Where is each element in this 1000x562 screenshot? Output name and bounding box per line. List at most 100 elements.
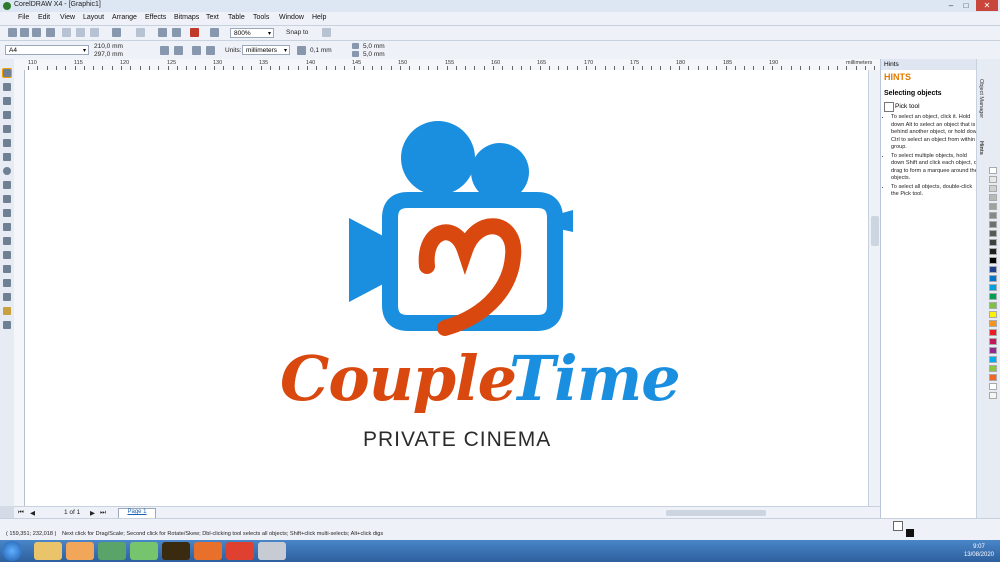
media-player-taskbar-icon[interactable] [66,542,94,560]
units-combo[interactable]: millimeters ▾ [242,45,290,55]
cut-icon[interactable] [62,28,71,37]
menu-window[interactable]: Window [279,14,304,21]
polygon-tool-icon[interactable] [3,181,11,189]
outline-tool-icon[interactable] [3,293,11,301]
color-swatch[interactable] [989,194,997,201]
corel-doc-taskbar-icon[interactable] [130,542,158,560]
minimize-button[interactable]: – [944,0,958,11]
shape-tool-icon[interactable] [3,83,11,91]
import-icon[interactable] [158,28,167,37]
app-launcher-icon[interactable] [190,28,199,37]
portrait-icon[interactable] [160,46,169,55]
current-page-icon[interactable] [206,46,215,55]
first-page-button[interactable]: ⏮ [18,509,24,517]
illustrator-taskbar-icon[interactable] [162,542,190,560]
color-swatch[interactable] [989,185,997,192]
menu-arrange[interactable]: Arrange [112,14,137,21]
fill-indicator-icon[interactable] [893,521,903,531]
scroll-thumb[interactable] [871,216,879,246]
menu-text[interactable]: Text [206,14,219,21]
paper-height-field[interactable]: 297,0 mm [94,51,123,58]
color-swatch[interactable] [989,338,997,345]
menu-effects[interactable]: Effects [145,14,166,21]
color-swatch[interactable] [989,383,997,390]
firefox-taskbar-icon[interactable] [194,542,222,560]
system-clock[interactable]: 9:07 13/08/2020 [964,543,994,559]
open-icon[interactable] [20,28,29,37]
menu-edit[interactable]: Edit [38,14,50,21]
eyedropper-tool-icon[interactable] [3,279,11,287]
paper-width-field[interactable]: 210,0 mm [94,43,123,50]
options-icon[interactable] [322,28,331,37]
dimension-tool-icon[interactable] [3,237,11,245]
color-swatch[interactable] [989,374,997,381]
color-swatch[interactable] [989,302,997,309]
outline-indicator-icon[interactable] [906,529,914,537]
prev-page-button[interactable]: ◀ [30,509,35,517]
color-swatch[interactable] [989,356,997,363]
crop-tool-icon[interactable] [3,97,11,105]
rectangle-tool-icon[interactable] [3,153,11,161]
color-swatch[interactable] [989,221,997,228]
smart-fill-tool-icon[interactable] [3,139,11,147]
color-swatch[interactable] [989,239,997,246]
print-icon[interactable] [46,28,55,37]
color-swatch[interactable] [989,230,997,237]
export-icon[interactable] [172,28,181,37]
color-swatch[interactable] [989,320,997,327]
connector-tool-icon[interactable] [3,251,11,259]
duplicate-y-field[interactable]: 5,0 mm [363,51,385,58]
fill-tool-icon[interactable] [3,307,11,315]
tools-taskbar-icon[interactable] [258,542,286,560]
next-page-button[interactable]: ▶ [90,509,95,517]
nudge-distance-field[interactable]: 0,1 mm [310,47,332,54]
color-swatch[interactable] [989,311,997,318]
explorer-taskbar-icon[interactable] [34,542,62,560]
menu-view[interactable]: View [60,14,75,21]
vertical-ruler[interactable] [14,70,25,506]
table-tool-icon[interactable] [3,223,11,231]
color-swatch[interactable] [989,365,997,372]
menu-help[interactable]: Help [312,14,326,21]
menu-tools[interactable]: Tools [253,14,269,21]
close-button[interactable]: ✕ [976,0,998,11]
tab-object-manager[interactable]: Object Manager [978,79,984,118]
color-swatch[interactable] [989,257,997,264]
tab-hints[interactable]: Hints [978,141,984,155]
copy-icon[interactable] [76,28,85,37]
corel-taskbar-icon[interactable] [98,542,126,560]
horizontal-scrollbar[interactable] [666,510,766,516]
color-swatch[interactable] [989,248,997,255]
freehand-tool-icon[interactable] [3,125,11,133]
save-icon[interactable] [32,28,41,37]
color-swatch[interactable] [989,212,997,219]
color-swatch[interactable] [989,284,997,291]
last-page-button[interactable]: ⏭ [100,509,106,517]
paste-icon[interactable] [90,28,99,37]
color-swatch[interactable] [989,392,997,399]
text-tool-icon[interactable] [3,209,11,217]
ellipse-tool-icon[interactable] [3,167,11,175]
color-swatch[interactable] [989,275,997,282]
interactive-fill-tool-icon[interactable] [3,321,11,329]
color-swatch[interactable] [989,167,997,174]
snap-to-button[interactable]: Snap to [286,29,308,36]
maximize-button[interactable]: □ [959,0,973,11]
menu-bitmaps[interactable]: Bitmaps [174,14,199,21]
welcome-icon[interactable] [210,28,219,37]
drawing-canvas[interactable]: Couple Time PRIVATE CINEMA [25,70,868,506]
color-swatch[interactable] [989,266,997,273]
blend-tool-icon[interactable] [3,265,11,273]
all-pages-icon[interactable] [192,46,201,55]
color-swatch[interactable] [989,293,997,300]
color-swatch[interactable] [989,329,997,336]
color-swatch[interactable] [989,203,997,210]
pick-tool-icon[interactable] [2,68,12,78]
undo-icon[interactable] [112,28,121,37]
menu-layout[interactable]: Layout [83,14,104,21]
paper-type-combo[interactable]: A4 ▾ [5,45,89,55]
zoom-tool-icon[interactable] [3,111,11,119]
menu-file[interactable]: File [18,14,29,21]
zoom-levels-combo[interactable]: 800% ▾ [230,28,274,38]
color-swatch[interactable] [989,347,997,354]
